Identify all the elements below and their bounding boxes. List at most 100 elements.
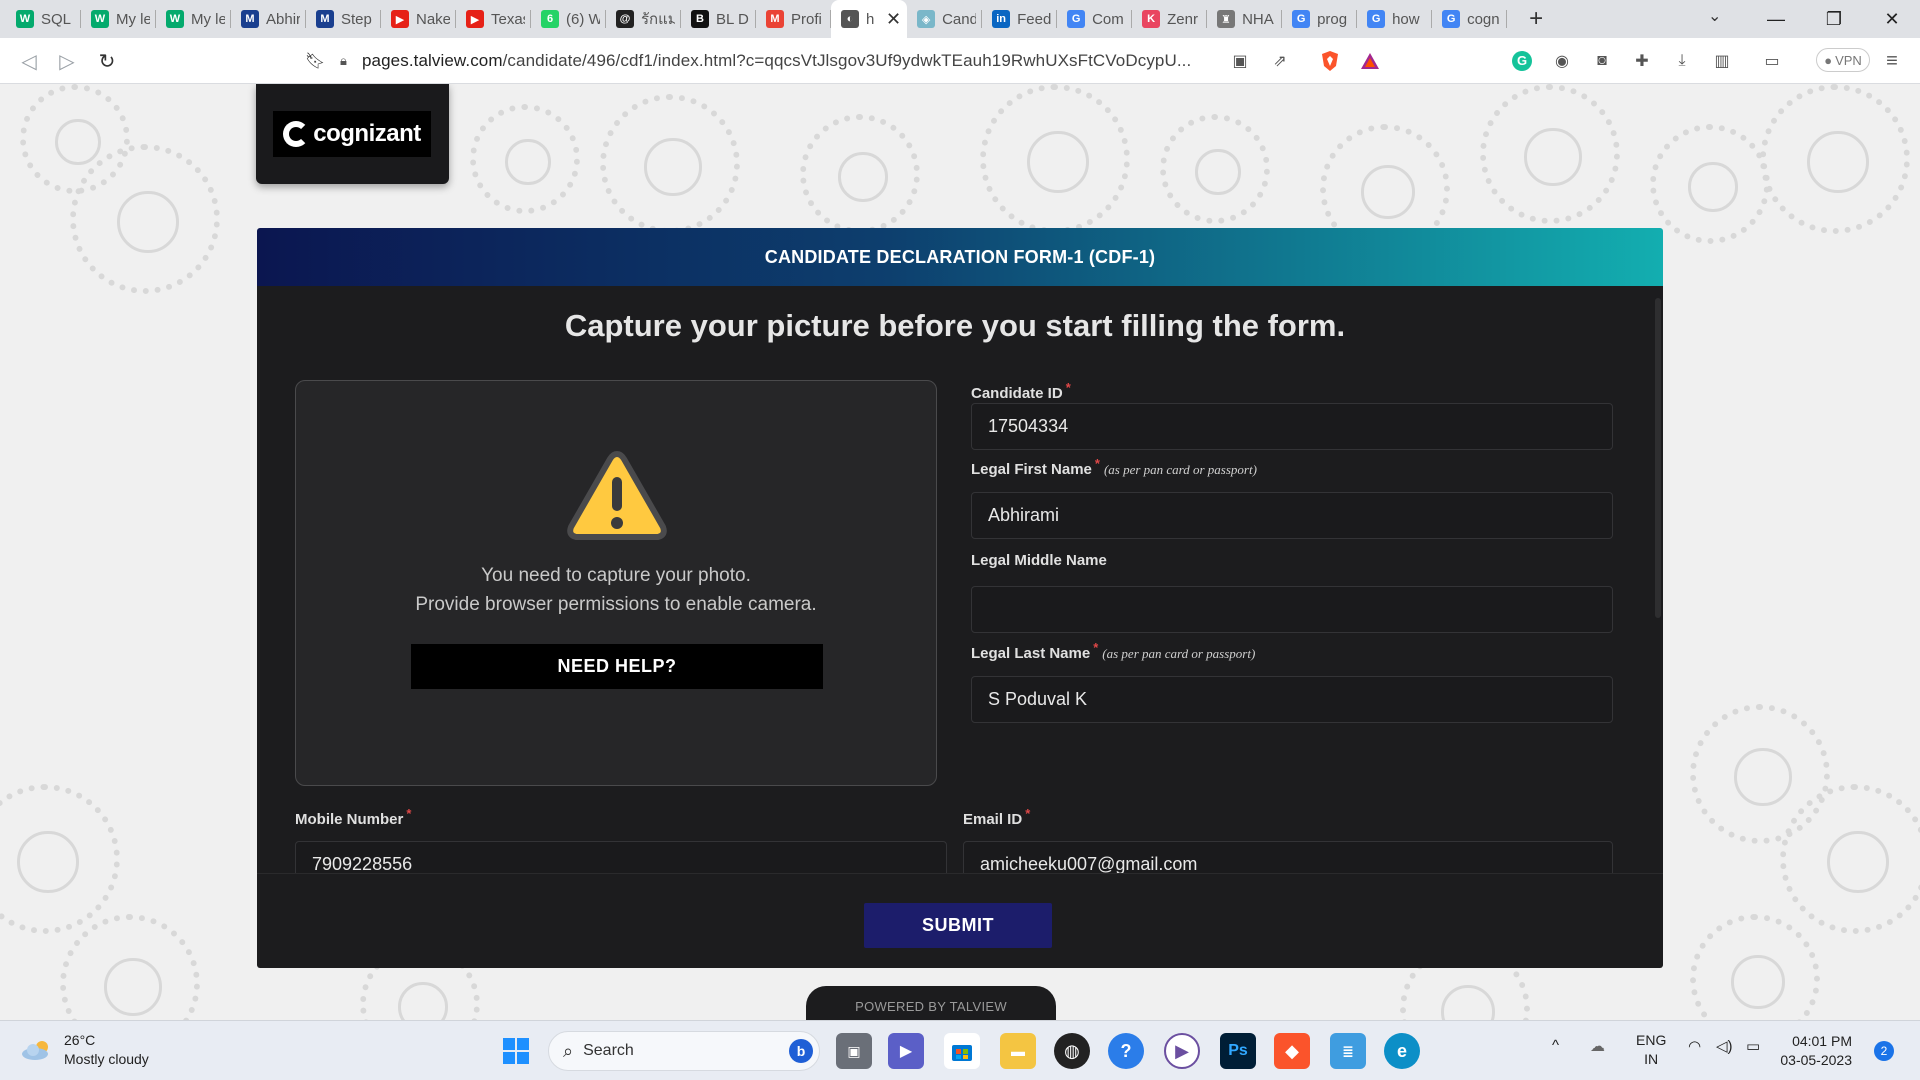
w3schools-icon: W	[166, 10, 184, 28]
minimize-button[interactable]: —	[1748, 0, 1804, 38]
browser-tab[interactable]: W SQL I	[6, 0, 81, 38]
share-icon[interactable]: ⇗	[1268, 49, 1292, 73]
windows-start-icon[interactable]	[498, 1033, 534, 1069]
language-code: ENG	[1636, 1032, 1667, 1048]
sidebar-icon[interactable]: ▥	[1710, 49, 1734, 73]
reload-button[interactable]: ↻	[92, 46, 122, 76]
weather-description: Mostly cloudy	[64, 1051, 149, 1067]
new-tab-button[interactable]: +	[1521, 5, 1551, 33]
google-icon: G	[1292, 10, 1311, 28]
browser-tab[interactable]: ▶ Texas	[456, 0, 531, 38]
form-scrollbar[interactable]	[1653, 286, 1663, 873]
logo-text: cognizant	[313, 120, 421, 147]
email-input[interactable]	[963, 841, 1613, 873]
weather-widget[interactable]: 26°C Mostly cloudy	[20, 1031, 149, 1069]
shield-icon: ◈	[917, 10, 936, 28]
tab-title: Texas	[491, 10, 525, 28]
tab-title: h	[866, 10, 875, 28]
submit-button[interactable]: SUBMIT	[864, 903, 1052, 948]
microsoft-store-icon[interactable]	[944, 1033, 980, 1069]
gear-decoration	[70, 144, 220, 294]
menu-icon[interactable]: ≡	[1880, 49, 1904, 73]
gear-decoration	[800, 114, 920, 234]
tab-title: (6) W	[566, 10, 600, 28]
onedrive-icon[interactable]: ☁	[1590, 1037, 1605, 1055]
middle-name-input[interactable]	[971, 586, 1613, 633]
required-marker: *	[1093, 640, 1099, 655]
brave-rewards-icon[interactable]	[1358, 49, 1382, 73]
brave-shields-icon[interactable]	[1318, 49, 1342, 73]
teams-chat-icon[interactable]: ▶	[888, 1033, 924, 1069]
mobile-number-label: Mobile Number *	[295, 806, 411, 828]
input-language[interactable]: ENG IN	[1636, 1031, 1666, 1069]
camera-blocked-icon[interactable]: ▣	[1228, 49, 1252, 73]
bookmark-icon[interactable]: 🔖︎	[300, 46, 330, 76]
notification-badge[interactable]: 2	[1874, 1041, 1894, 1061]
file-explorer-icon[interactable]: ▬	[1000, 1033, 1036, 1069]
photoshop-icon[interactable]: Ps	[1220, 1033, 1256, 1069]
first-name-input[interactable]	[971, 492, 1613, 539]
battery-icon[interactable]: ▭	[1746, 1037, 1760, 1055]
browser-tab[interactable]: Ghow	[1357, 0, 1433, 38]
wallet-icon[interactable]: ▭	[1760, 49, 1784, 73]
taskbar-search[interactable]: ⌕ Search b	[548, 1031, 820, 1071]
wifi-icon[interactable]: ◠	[1688, 1037, 1701, 1055]
edge-browser-icon[interactable]: e	[1384, 1033, 1420, 1069]
browser-tab[interactable]: M Profi	[756, 0, 831, 38]
camera-message-line1: You need to capture your photo.	[481, 565, 751, 586]
forward-button[interactable]: ▷	[52, 46, 82, 76]
browser-tab[interactable]: B BL D	[681, 0, 756, 38]
need-help-button[interactable]: NEED HELP?	[411, 644, 823, 689]
back-button[interactable]: ◁	[14, 46, 44, 76]
last-name-input[interactable]	[971, 676, 1613, 723]
form-footer: SUBMIT	[257, 873, 1663, 968]
tab-title: Feed	[1017, 10, 1052, 28]
browser-tab[interactable]: ▶ Nake	[381, 0, 456, 38]
browser-tab[interactable]: K Zenr	[1132, 0, 1208, 38]
zenrows-icon: K	[1142, 10, 1161, 28]
mobile-number-input[interactable]	[295, 841, 947, 873]
show-hidden-icons[interactable]: ^	[1552, 1037, 1559, 1054]
grammarly-icon[interactable]: G	[1510, 49, 1534, 73]
w3schools-icon: W	[16, 10, 34, 28]
browser-tab[interactable]: ♜ NHA	[1207, 0, 1283, 38]
cloudy-weather-icon	[22, 1041, 48, 1060]
browser-tab[interactable]: in Feed	[982, 0, 1058, 38]
browser-tab[interactable]: W My le	[156, 0, 231, 38]
scrollbar-thumb[interactable]	[1655, 298, 1661, 618]
camera-capture-area[interactable]: You need to capture your photo. Provide …	[295, 380, 937, 786]
screenshot-icon[interactable]: ◙	[1590, 49, 1614, 73]
app-icon[interactable]: ◍	[1054, 1033, 1090, 1069]
browser-tab[interactable]: W My le	[81, 0, 156, 38]
browser-tab[interactable]: Gprog	[1282, 0, 1358, 38]
brave-browser-icon[interactable]: ◆	[1274, 1033, 1310, 1069]
tab-search-dropdown-icon[interactable]: ⌄	[1708, 6, 1721, 26]
tab-title: My le	[116, 10, 150, 28]
cognizant-mark-icon	[283, 121, 310, 147]
browser-tab[interactable]: M Step	[306, 0, 381, 38]
candidate-id-input[interactable]	[971, 403, 1613, 450]
gear-decoration	[1690, 914, 1820, 1020]
browser-tab[interactable]: G Com	[1057, 0, 1133, 38]
browser-tab[interactable]: @ รักแม่	[606, 0, 681, 38]
media-player-icon[interactable]: ▶	[1164, 1033, 1200, 1069]
restore-button[interactable]: ❐	[1806, 0, 1862, 38]
extension-spy-icon[interactable]: ◉	[1550, 49, 1574, 73]
browser-tab[interactable]: Gcogn	[1432, 0, 1508, 38]
browser-tab[interactable]: ◈ Cand	[907, 0, 983, 38]
browser-tab[interactable]: 6 (6) W	[531, 0, 606, 38]
volume-icon[interactable]: ◁)	[1716, 1037, 1733, 1055]
download-icon[interactable]: ⤓	[1670, 49, 1694, 73]
tab-title: Abhir	[266, 10, 300, 28]
extensions-puzzle-icon[interactable]: ✚	[1630, 49, 1654, 73]
close-window-button[interactable]: ✕	[1864, 0, 1920, 38]
linkedin-icon: in	[992, 10, 1011, 28]
browser-tab[interactable]: ◐ h ✕	[831, 0, 908, 38]
browser-tab[interactable]: M Abhir	[231, 0, 306, 38]
close-tab-icon[interactable]: ✕	[886, 9, 901, 30]
system-clock[interactable]: 04:01 PM 03-05-2023	[1772, 1032, 1852, 1070]
vpn-button[interactable]: ● VPN	[1816, 48, 1870, 72]
get-help-icon[interactable]: ?	[1108, 1033, 1144, 1069]
notepad-icon[interactable]: ≣	[1330, 1033, 1366, 1069]
task-view-icon[interactable]: ▣	[836, 1033, 872, 1069]
